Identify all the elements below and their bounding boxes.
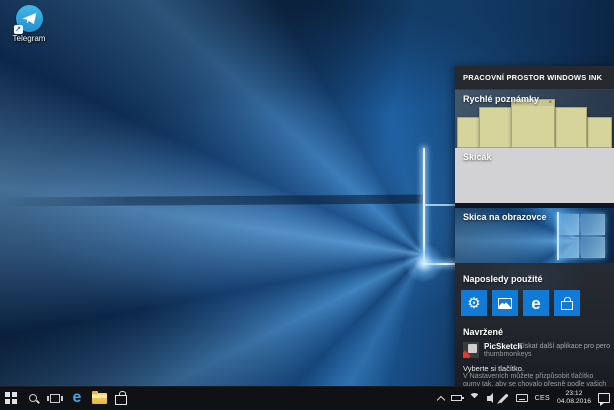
desktop-icon-label: Telegram [12, 34, 46, 43]
sticky-note-preview [479, 107, 512, 148]
start-button[interactable] [0, 387, 22, 410]
sticky-note-preview: + × [511, 99, 555, 148]
sketchpad-label: Skicák [463, 152, 492, 162]
picsketch-app-icon [463, 342, 479, 358]
recently-used-label: Naposledy použité [463, 274, 543, 284]
screen-sketch-section[interactable]: Skica na obrazovce [455, 208, 614, 263]
get-more-pen-apps-link[interactable]: Získat další aplikace pro pero [519, 343, 610, 350]
desktop-icon-telegram[interactable]: ↗ Telegram [6, 5, 52, 43]
suggested-label: Navržené [463, 327, 504, 337]
shortcut-arrow-icon: ↗ [13, 25, 23, 34]
speaker-icon [486, 393, 493, 403]
task-view-button[interactable] [44, 387, 66, 410]
sketchpad-section[interactable]: Skicák [455, 148, 614, 203]
recently-used-tiles: ⚙ e [461, 290, 611, 316]
pen-icon [498, 393, 508, 403]
action-center-icon [598, 393, 610, 406]
battery-icon [450, 395, 464, 401]
taskbar: e CES 23:12 04.08.2016 [0, 386, 614, 409]
store-bag-icon [561, 296, 573, 310]
photos-tile[interactable] [492, 290, 518, 316]
search-icon [29, 394, 37, 402]
system-tray: CES 23:12 04.08.2016 [436, 387, 610, 409]
microsoft-logo-tile[interactable] [585, 290, 611, 316]
keyboard-icon [515, 394, 528, 402]
sticky-notes-section[interactable]: Rychlé poznámky + × [455, 90, 614, 148]
windows-logo-icon [5, 392, 17, 404]
screen-sketch-label: Skica na obrazovce [463, 212, 547, 222]
gear-icon: ⚙ [467, 293, 481, 312]
ink-panel-lower-area: Naposledy použité ⚙ e Navržené PicSketch… [455, 263, 614, 396]
windows-ink-workspace-button[interactable] [498, 393, 509, 403]
search-button[interactable] [22, 387, 44, 410]
ink-panel-title: PRACOVNÍ PROSTOR WINDOWS INK [455, 66, 614, 90]
edge-icon: e [531, 293, 541, 313]
file-explorer-button[interactable] [88, 387, 110, 410]
sticky-note-preview [555, 107, 587, 148]
network-status[interactable] [468, 392, 480, 404]
action-center-button[interactable] [598, 393, 610, 406]
folder-icon [91, 390, 107, 404]
touch-keyboard-button[interactable] [515, 394, 528, 402]
sticky-note-preview [457, 117, 481, 148]
tray-overflow-button[interactable] [436, 394, 445, 404]
battery-status[interactable] [450, 395, 464, 401]
wifi-icon [468, 392, 480, 404]
edge-tile[interactable]: e [523, 290, 549, 316]
store-bag-icon [115, 390, 127, 405]
language-indicator[interactable]: CES [535, 395, 550, 402]
clock-date: 04.08.2016 [556, 398, 591, 405]
wallpaper-window-corner-glow [404, 243, 444, 283]
paper-plane-icon [22, 12, 36, 25]
chevron-up-icon [436, 395, 445, 404]
sticky-note-preview [587, 117, 612, 148]
windows-ink-workspace-panel: PRACOVNÍ PROSTOR WINDOWS INK Rychlé pozn… [455, 66, 614, 396]
clock-time: 23:12 [565, 390, 583, 397]
suggested-app-publisher: thumbmonkeys [484, 351, 532, 358]
edge-icon: e [72, 389, 82, 406]
settings-tile[interactable]: ⚙ [461, 290, 487, 316]
photos-icon [498, 297, 512, 309]
wallpaper-dark-ray [0, 194, 425, 207]
store-tile[interactable] [554, 290, 580, 316]
sticky-notes-label: Rychlé poznámky [463, 94, 540, 104]
taskbar-edge-button[interactable]: e [66, 387, 88, 410]
taskbar-store-button[interactable] [110, 387, 132, 410]
telegram-icon: ↗ [13, 5, 43, 34]
volume-status[interactable] [486, 393, 493, 403]
taskbar-clock[interactable]: 23:12 04.08.2016 [557, 390, 591, 406]
task-view-icon [47, 393, 63, 403]
hint-title: Vyberte si tlačítko. [463, 364, 524, 373]
note-close-icon: × [548, 100, 552, 106]
wallpaper-window-pane-divider [424, 204, 455, 206]
thumbnail-window-logo [559, 214, 605, 258]
